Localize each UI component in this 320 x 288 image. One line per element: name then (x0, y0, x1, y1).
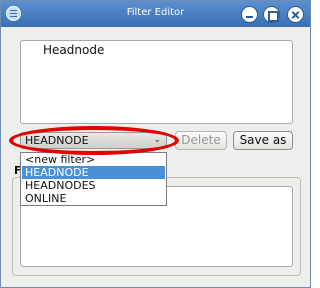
dropdown-option[interactable]: HEADNODES (22, 179, 165, 192)
delete-button[interactable]: Delete (175, 131, 227, 150)
dropdown-option-selected[interactable]: HEADNODE (22, 166, 165, 179)
filter-list[interactable]: Headnode (20, 40, 293, 124)
dropdown-option[interactable]: ONLINE (22, 192, 165, 205)
list-item[interactable]: Headnode (43, 43, 104, 57)
close-icon[interactable] (287, 6, 304, 23)
filter-combo-box[interactable]: HEADNODE ⌄ (20, 132, 167, 149)
chevron-down-icon: ⌄ (153, 135, 161, 145)
minimize-icon[interactable] (241, 6, 258, 23)
combo-dropdown-list[interactable]: <new filter> HEADNODE HEADNODES ONLINE (20, 152, 167, 206)
dropdown-option[interactable]: <new filter> (22, 153, 165, 166)
combo-selected-value: HEADNODE (25, 134, 89, 147)
save-as-button[interactable]: Save as (233, 131, 293, 150)
maximize-icon[interactable] (263, 6, 280, 23)
title-bar[interactable]: Filter Editor (1, 1, 310, 27)
filter-editor-window: Filter Editor Headnode HEADNODE ⌄ Delete… (0, 0, 311, 288)
